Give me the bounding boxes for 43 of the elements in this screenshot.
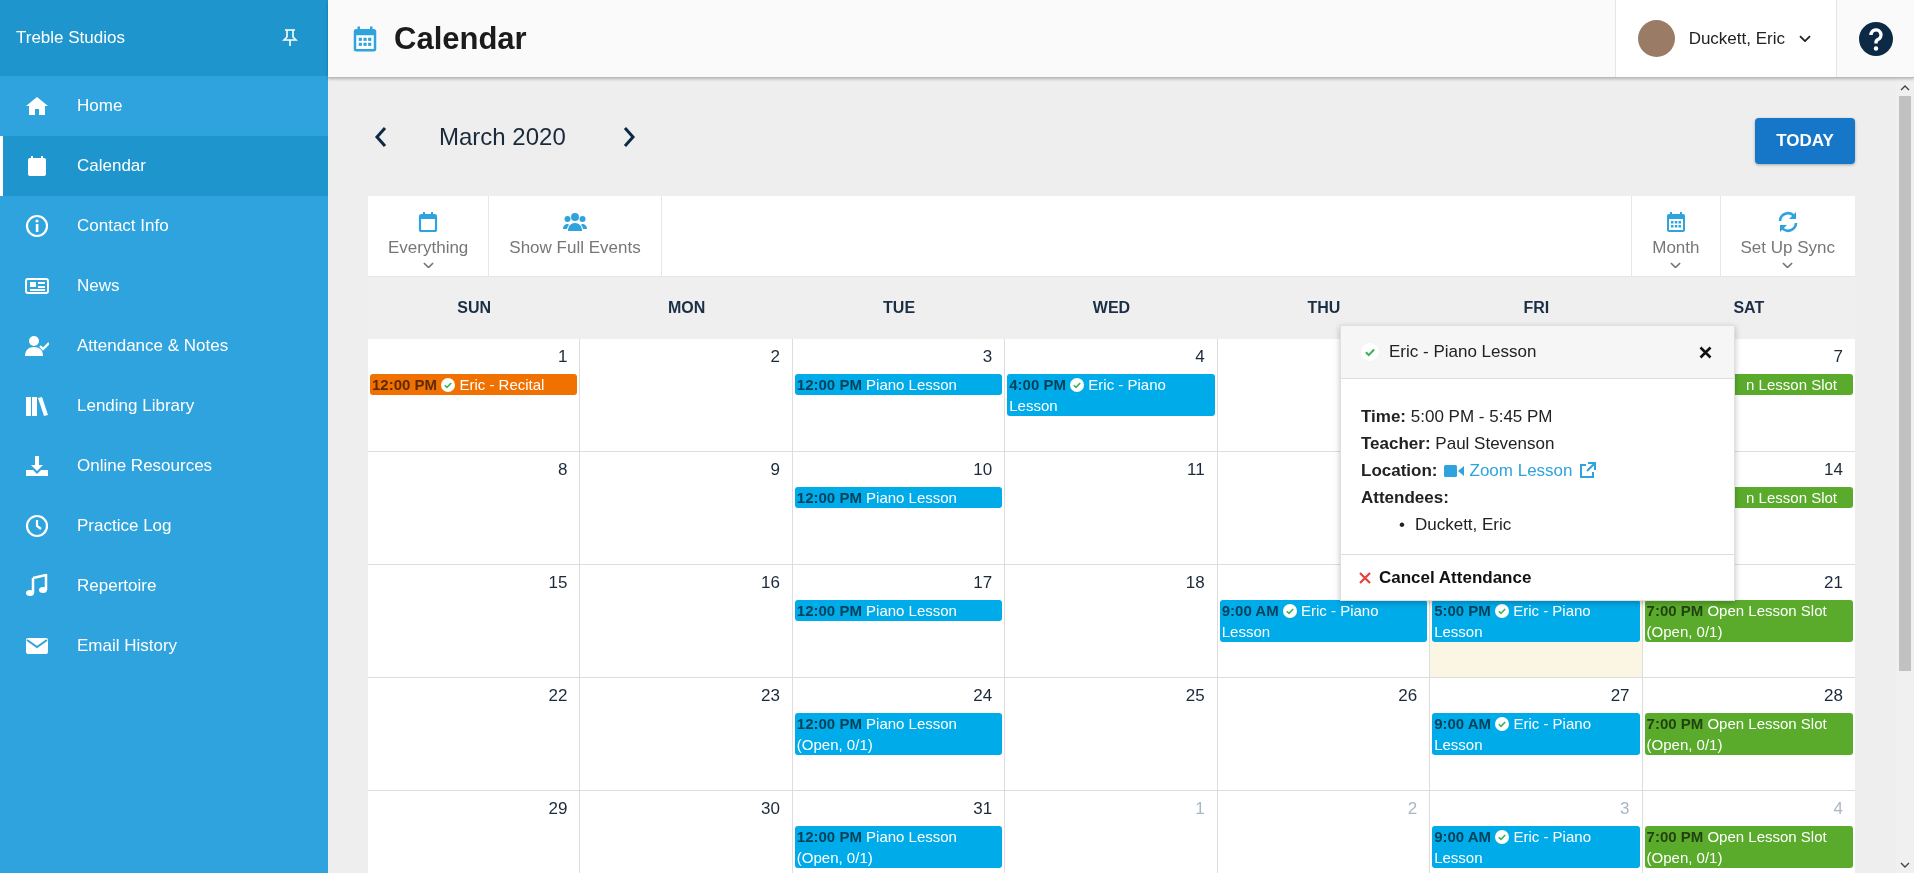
page-title: Calendar <box>394 20 527 57</box>
day-number: 24 <box>973 685 994 707</box>
day-number: 9 <box>770 459 781 481</box>
detail-line: Time: 5:00 PM - 5:45 PM <box>1361 406 1554 428</box>
month-title: March 2020 <box>439 123 566 151</box>
day-number: 3 <box>982 346 994 368</box>
day-number: 14 <box>1824 459 1844 481</box>
day-number: 27 <box>1610 685 1631 707</box>
day-number: 30 <box>760 798 781 820</box>
day-number: 7 <box>1833 346 1844 368</box>
day-number: 2 <box>770 346 781 368</box>
day-number: 31 <box>973 798 994 820</box>
day-number: 18 <box>1185 572 1206 594</box>
day-number: 25 <box>1185 685 1206 707</box>
day-number: 8 <box>557 459 569 481</box>
studio-name: Treble Studios <box>16 28 125 48</box>
attendee: Duckett, Eric <box>1414 514 1512 536</box>
bullet: • <box>1399 514 1405 536</box>
attendees-label: Attendees: <box>1361 488 1449 507</box>
day-number: 1 <box>1195 798 1206 820</box>
weekday-header: WED <box>1005 277 1218 339</box>
weekday-header: SUN <box>368 277 581 339</box>
weekday-header: MON <box>580 277 793 339</box>
detail-label: Location: <box>1361 460 1438 482</box>
popup-title: Eric - Piano Lesson <box>1389 342 1538 362</box>
day-number: 15 <box>548 572 569 594</box>
day-number: 26 <box>1398 685 1419 707</box>
day-number: 3 <box>1620 798 1631 820</box>
day-number: 1 <box>557 346 569 368</box>
day-number: 21 <box>1824 572 1844 594</box>
day-number: 10 <box>973 459 994 481</box>
weekday-header: TUE <box>792 277 1006 339</box>
day-number: 23 <box>760 685 781 707</box>
day-number: 11 <box>1187 459 1206 481</box>
day-number: 4 <box>1195 346 1206 368</box>
day-number: 29 <box>548 798 569 820</box>
detail-line: Teacher: Paul Stevenson <box>1361 433 1556 455</box>
day-number: 22 <box>548 685 569 707</box>
day-number: 2 <box>1407 798 1419 820</box>
day-number: 16 <box>760 572 781 594</box>
day-number: 17 <box>973 572 994 594</box>
day-number: 4 <box>1833 798 1844 820</box>
day-number: 28 <box>1824 685 1844 707</box>
